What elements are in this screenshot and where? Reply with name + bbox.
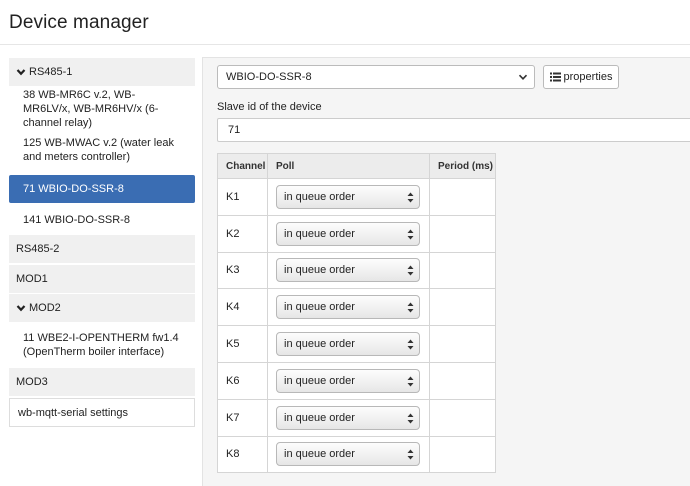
channel-cell: K7: [217, 398, 268, 437]
sidebar-group-rs485-1[interactable]: RS485-1: [9, 58, 195, 86]
poll-select[interactable]: in queue order: [276, 332, 420, 357]
poll-cell: in queue order: [267, 361, 430, 400]
sidebar-item-label: 141 WBIO-DO-SSR-8: [23, 214, 130, 226]
poll-cell: in queue order: [267, 288, 430, 327]
poll-select[interactable]: in queue order: [276, 221, 420, 246]
sidebar-item-device-71[interactable]: 71 WBIO-DO-SSR-8: [9, 175, 195, 203]
poll-cell: in queue order: [267, 214, 430, 253]
sidebar-item-label: 38 WB-MR6C v.2, WB-MR6LV/x, WB-MR6HV/x (…: [23, 89, 159, 129]
up-down-arrows-icon: [407, 192, 414, 203]
poll-cell: in queue order: [267, 435, 430, 474]
column-header-period: Period (ms): [429, 153, 496, 179]
channel-cell: K4: [217, 288, 268, 327]
device-type-value: WBIO-DO-SSR-8: [226, 71, 312, 83]
slave-id-input[interactable]: 71: [217, 118, 690, 142]
table-row: K1 in queue order: [217, 178, 496, 216]
poll-select-value: in queue order: [284, 227, 355, 240]
chevron-down-icon: [16, 305, 26, 312]
poll-select-value: in queue order: [284, 301, 355, 314]
period-cell[interactable]: [429, 361, 496, 400]
sidebar-item-device-11[interactable]: 11 WBE2-I-OPENTHERM fw1.4 (OpenTherm boi…: [9, 326, 195, 364]
sidebar-group-rs485-2[interactable]: RS485-2: [9, 235, 195, 263]
sidebar-group-label: RS485-1: [29, 66, 73, 78]
column-header-channel: Channel: [217, 153, 268, 179]
table-header-row: Channel Poll Period (ms): [217, 153, 496, 179]
table-row: K5 in queue order: [217, 325, 496, 363]
period-cell[interactable]: [429, 325, 496, 363]
title-divider: [0, 44, 690, 45]
table-row: K8 in queue order: [217, 435, 496, 474]
sidebar-item-device-141[interactable]: 141 WBIO-DO-SSR-8: [9, 206, 195, 234]
list-icon: [549, 72, 561, 82]
poll-select-value: in queue order: [284, 374, 355, 387]
sidebar-group-label: RS485-2: [16, 243, 60, 255]
up-down-arrows-icon: [407, 302, 414, 313]
sidebar-group-mod1[interactable]: MOD1: [9, 265, 195, 293]
period-cell[interactable]: [429, 398, 496, 437]
sidebar-item-label: 71 WBIO-DO-SSR-8: [23, 183, 124, 195]
column-header-poll: Poll: [267, 153, 430, 179]
poll-cell: in queue order: [267, 325, 430, 363]
up-down-arrows-icon: [407, 376, 414, 387]
poll-select-value: in queue order: [284, 448, 355, 461]
poll-cell: in queue order: [267, 251, 430, 290]
sidebar-item-device-125[interactable]: 125 WB-MWAC v.2 (water leak and meters c…: [9, 132, 195, 168]
poll-select[interactable]: in queue order: [276, 295, 420, 320]
up-down-arrows-icon: [407, 265, 414, 276]
poll-select[interactable]: in queue order: [276, 405, 420, 430]
sidebar-item-label: wb-mqtt-serial settings: [18, 406, 129, 419]
table-row: K3 in queue order: [217, 251, 496, 290]
poll-select[interactable]: in queue order: [276, 368, 420, 393]
device-type-select[interactable]: WBIO-DO-SSR-8: [217, 65, 535, 89]
table-row: K2 in queue order: [217, 214, 496, 253]
poll-select[interactable]: in queue order: [276, 184, 420, 209]
poll-select[interactable]: in queue order: [276, 442, 420, 467]
poll-select-value: in queue order: [284, 190, 355, 203]
table-row: K7 in queue order: [217, 398, 496, 437]
sidebar-item-label: 11 WBE2-I-OPENTHERM fw1.4 (OpenTherm boi…: [23, 332, 179, 358]
up-down-arrows-icon: [407, 413, 414, 424]
page-title: Device manager: [9, 12, 149, 33]
poll-cell: in queue order: [267, 178, 430, 216]
period-cell[interactable]: [429, 251, 496, 290]
sidebar-group-mod3[interactable]: MOD3: [9, 368, 195, 396]
channel-cell: K6: [217, 361, 268, 400]
period-cell[interactable]: [429, 178, 496, 216]
channel-cell: K5: [217, 325, 268, 363]
up-down-arrows-icon: [407, 229, 414, 240]
channels-table: Channel Poll Period (ms) K1 in queue orde…: [217, 153, 496, 474]
period-cell[interactable]: [429, 435, 496, 474]
period-cell[interactable]: [429, 288, 496, 327]
sidebar-group-mod2[interactable]: MOD2: [9, 294, 195, 322]
channel-cell: K3: [217, 251, 268, 290]
poll-select-value: in queue order: [284, 338, 355, 351]
sidebar-item-device-38[interactable]: 38 WB-MR6C v.2, WB-MR6LV/x, WB-MR6HV/x (…: [9, 89, 195, 129]
sidebar-group-label: MOD2: [29, 302, 61, 314]
chevron-down-icon: [518, 74, 528, 80]
up-down-arrows-icon: [407, 449, 414, 460]
up-down-arrows-icon: [407, 339, 414, 350]
period-cell[interactable]: [429, 214, 496, 253]
chevron-down-icon: [16, 69, 26, 76]
properties-button-label: properties: [563, 71, 613, 83]
table-row: K6 in queue order: [217, 361, 496, 400]
sidebar-item-label: 125 WB-MWAC v.2 (water leak and meters c…: [23, 137, 174, 163]
channel-cell: K2: [217, 214, 268, 253]
channel-cell: K8: [217, 435, 268, 474]
sidebar-item-serial-settings[interactable]: wb-mqtt-serial settings: [9, 398, 195, 427]
poll-select-value: in queue order: [284, 264, 355, 277]
sidebar-group-label: MOD3: [16, 376, 48, 388]
poll-cell: in queue order: [267, 398, 430, 437]
sidebar-group-label: MOD1: [16, 273, 48, 285]
slave-id-label: Slave id of the device: [217, 101, 322, 113]
channel-cell: K1: [217, 178, 268, 216]
poll-select[interactable]: in queue order: [276, 258, 420, 283]
poll-select-value: in queue order: [284, 411, 355, 424]
properties-button[interactable]: properties: [543, 65, 619, 89]
table-row: K4 in queue order: [217, 288, 496, 327]
